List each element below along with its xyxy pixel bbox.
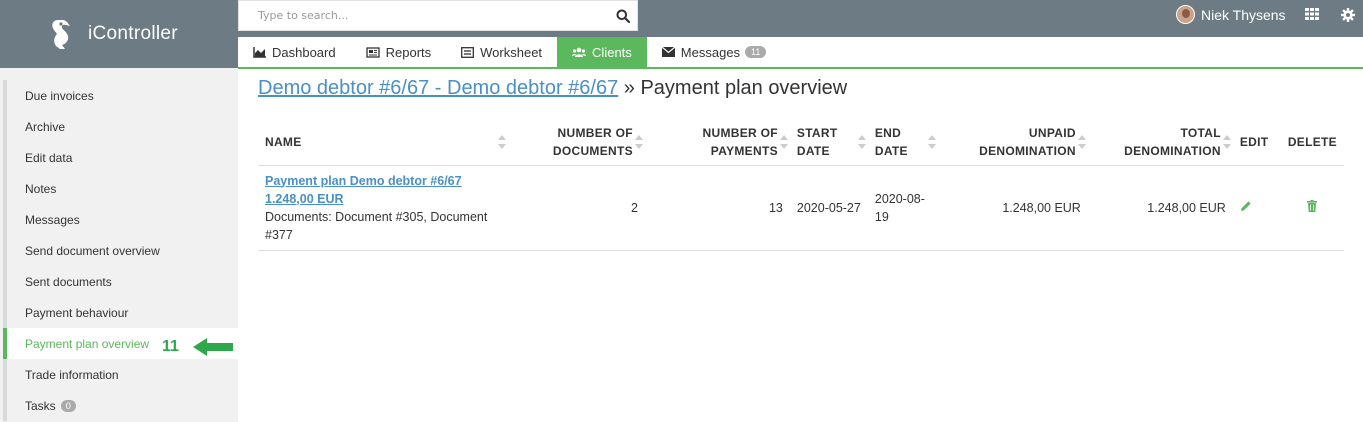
cell-start-date: 2020-05-27	[789, 165, 868, 251]
sort-icon[interactable]	[634, 135, 643, 149]
sidebar-item-sent-documents[interactable]: Sent documents	[3, 266, 238, 297]
col-delete: DELETE	[1280, 120, 1344, 166]
cell-edit	[1232, 165, 1281, 251]
table-header-row: NAME NUMBER OF DOCUMENTS NUMBER OF PAYME…	[258, 120, 1344, 166]
main-nav: Dashboard Reports Worksheet Clients Mess…	[238, 37, 1363, 69]
area-chart-icon	[253, 46, 266, 58]
tab-worksheet[interactable]: Worksheet	[446, 37, 557, 67]
sidebar-item-label: Payment plan overview	[25, 336, 150, 351]
tab-messages[interactable]: Messages 11	[647, 37, 782, 67]
sidebar-item-label: Send document overview	[25, 243, 160, 258]
col-total-denomination[interactable]: TOTAL DENOMINATION	[1087, 120, 1233, 166]
col-name[interactable]: NAME	[258, 120, 508, 166]
tab-clients[interactable]: Clients	[557, 37, 647, 67]
sidebar-item-notes[interactable]: Notes	[3, 173, 238, 204]
avatar	[1176, 5, 1195, 24]
col-number-of-documents[interactable]: NUMBER OF DOCUMENTS	[507, 120, 645, 166]
user-name: Niek Thysens	[1201, 6, 1286, 23]
cell-end-date: 2020-08-19	[867, 165, 938, 251]
sidebar-item-label: Tasks	[25, 398, 56, 413]
gear-icon[interactable]	[1341, 8, 1355, 22]
tab-label: Messages	[680, 44, 741, 60]
trash-delete-icon[interactable]	[1307, 199, 1318, 212]
sidebar-item-send-document-overview[interactable]: Send document overview	[3, 235, 238, 266]
sort-icon[interactable]	[857, 135, 866, 149]
tasks-count-badge: 0	[60, 399, 76, 412]
payment-plan-link[interactable]: Payment plan Demo debtor #6/67 1.248,00 …	[265, 172, 501, 208]
sidebar-item-label: Payment behaviour	[25, 305, 129, 320]
col-header-label: NAME	[265, 135, 302, 150]
app-logo[interactable]: iController	[0, 0, 238, 68]
users-icon	[572, 47, 587, 57]
col-header-label: NUMBER OF DOCUMENTS	[552, 126, 633, 159]
newspaper-icon	[365, 46, 380, 58]
documents-text: Documents: Document #305, Document #377	[265, 209, 488, 242]
sidebar-item-label: Archive	[25, 119, 66, 134]
sort-icon[interactable]	[497, 135, 506, 149]
sort-icon[interactable]	[1222, 135, 1231, 149]
sidebar-item-edit-data[interactable]: Edit data	[3, 142, 238, 173]
callout-number: 11	[162, 338, 179, 355]
sidebar-item-label: Due invoices	[25, 88, 94, 103]
arrow-left-icon	[192, 338, 233, 356]
col-edit: EDIT	[1232, 120, 1281, 166]
col-start-date[interactable]: START DATE	[789, 120, 868, 166]
sidebar-item-label: Notes	[25, 181, 57, 196]
list-icon	[461, 46, 475, 58]
col-number-of-payments[interactable]: NUMBER OF PAYMENTS	[644, 120, 790, 166]
sidebar-item-archive[interactable]: Archive	[3, 111, 238, 142]
col-header-label: NUMBER OF PAYMENTS	[702, 126, 778, 159]
bird-logo-icon	[52, 19, 70, 49]
sort-icon[interactable]	[1077, 135, 1086, 149]
tab-dashboard[interactable]: Dashboard	[238, 37, 351, 67]
sidebar-item-label: Messages	[25, 212, 80, 227]
tab-label: Worksheet	[480, 44, 543, 60]
sidebar-item-label: Trade information	[25, 367, 119, 382]
sidebar-item-label: Sent documents	[25, 274, 112, 289]
search-box[interactable]	[238, 0, 638, 31]
apps-grid-icon[interactable]	[1305, 8, 1319, 20]
page-title: Demo debtor #6/67 - Demo debtor #6/67 » …	[258, 77, 847, 100]
cell-unpaid-denomination: 1.248,00 EUR	[937, 165, 1088, 251]
app-name: iController	[88, 23, 178, 44]
cell-number-of-payments: 13	[644, 165, 790, 251]
col-header-label: EDIT	[1239, 135, 1269, 150]
messages-count-badge: 11	[745, 46, 767, 58]
table-row: Payment plan Demo debtor #6/67 1.248,00 …	[258, 165, 1344, 251]
sort-icon[interactable]	[927, 135, 936, 149]
col-header-label: TOTAL DENOMINATION	[1124, 126, 1221, 159]
sort-icon[interactable]	[779, 135, 788, 149]
cell-total-denomination: 1.248,00 EUR	[1087, 165, 1233, 251]
tab-label: Clients	[592, 44, 632, 60]
col-header-label: START DATE	[796, 126, 838, 159]
col-header-label: UNPAID DENOMINATION	[979, 126, 1076, 159]
tab-label: Dashboard	[272, 44, 336, 60]
col-header-label: END DATE	[874, 126, 908, 159]
payment-plan-table: NAME NUMBER OF DOCUMENTS NUMBER OF PAYME…	[258, 120, 1344, 251]
col-header-label: DELETE	[1287, 135, 1337, 150]
page-title-text: » Payment plan overview	[623, 77, 848, 99]
sidebar-item-due-invoices[interactable]: Due invoices	[3, 80, 238, 111]
debtor-breadcrumb-link[interactable]: Demo debtor #6/67 - Demo debtor #6/67	[258, 77, 618, 99]
search-input[interactable]	[239, 1, 609, 30]
envelope-icon	[661, 47, 675, 57]
callout-marker: 11	[162, 337, 233, 357]
sidebar-item-trade-information[interactable]: Trade information	[3, 359, 238, 390]
tab-reports[interactable]: Reports	[351, 37, 447, 67]
pencil-edit-icon[interactable]	[1240, 200, 1252, 212]
cell-name: Payment plan Demo debtor #6/67 1.248,00 …	[258, 165, 508, 251]
user-menu[interactable]: Niek Thysens	[1176, 5, 1286, 24]
search-icon[interactable]	[609, 1, 637, 30]
col-end-date[interactable]: END DATE	[867, 120, 938, 166]
sidebar-item-tasks[interactable]: Tasks 0	[3, 390, 238, 421]
sidebar-item-payment-behaviour[interactable]: Payment behaviour	[3, 297, 238, 328]
sidebar-item-messages[interactable]: Messages	[3, 204, 238, 235]
sidebar-item-label: Edit data	[25, 150, 73, 165]
tab-label: Reports	[385, 44, 432, 60]
col-unpaid-denomination[interactable]: UNPAID DENOMINATION	[937, 120, 1088, 166]
cell-number-of-documents: 2	[507, 165, 645, 251]
cell-delete	[1280, 165, 1344, 251]
sidebar: Due invoices Archive Edit data Notes Mes…	[0, 68, 238, 422]
